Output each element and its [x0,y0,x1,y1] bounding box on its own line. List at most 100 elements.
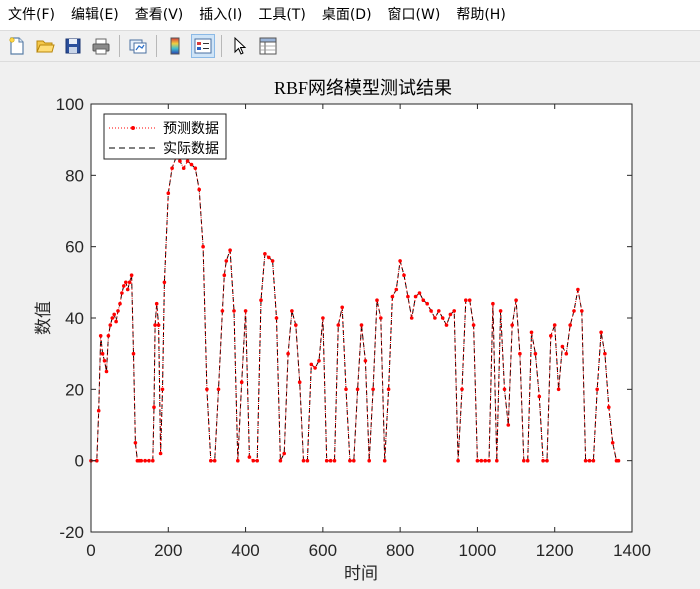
predicted-point [100,351,105,356]
predicted-point [154,301,159,306]
predicted-point [483,458,488,463]
predicted-point [278,458,283,463]
predicted-point [133,441,138,445]
menu-tools[interactable]: 工具(T) [250,0,313,30]
predicted-point [309,362,314,367]
print-icon [92,38,110,55]
predicted-point [197,187,201,192]
menu-desktop[interactable]: 桌面(D) [314,0,380,30]
predicted-point [549,334,553,338]
predicted-point [433,316,437,320]
predicted-point [162,280,167,285]
predicted-point [409,316,414,320]
predicted-point [127,280,132,285]
predicted-point [541,458,545,463]
predicted-point [471,323,476,327]
predicted-point [236,458,240,463]
predicted-point [263,252,267,256]
menu-help[interactable]: 帮助(H) [448,0,513,30]
predicted-point [591,458,596,463]
legend[interactable]: 预测数据 实际数据 [103,113,227,160]
predicted-point [178,159,182,163]
menu-view[interactable]: 查看(V) [127,0,192,30]
predicted-point [332,458,337,463]
predicted-point [583,458,588,463]
predicted-point [464,298,468,302]
predicted-point [425,301,430,306]
legend-icon [194,38,212,54]
predicted-point [216,387,221,392]
menu-file[interactable]: 文件(F) [0,0,63,30]
x-tick-label: 600 [309,541,337,560]
predicted-point [153,323,157,327]
colorbar-button[interactable] [163,34,187,58]
link-plot-button[interactable] [126,34,150,58]
menu-window[interactable]: 窗口(W) [380,0,449,30]
x-tick-label: 1400 [613,541,651,560]
predicted-point [321,316,325,320]
predicted-point [224,259,229,263]
legend-button[interactable] [191,34,215,58]
predicted-point [96,408,101,413]
predicted-point [580,309,584,313]
save-button[interactable] [61,34,85,58]
print-button[interactable] [89,34,113,58]
legend-marker-predicted [131,126,135,130]
predicted-point [595,387,599,392]
predicted-point [406,294,410,299]
predicted-point [297,380,302,385]
predicted-point [545,458,549,463]
predicted-point [267,255,271,260]
predicted-point [603,351,607,356]
predicted-point [491,301,495,306]
chart[interactable]: RBF网络模型测试结果 0 200 400 600 800 1000 1200 1400 -2… [0,62,700,589]
predicted-point [98,334,103,338]
predicted-point [220,309,225,313]
predicted-point [201,244,205,249]
predicted-point [139,458,143,463]
toolbar-separator [156,35,157,57]
predicted-point [348,458,352,463]
y-tick-label: -20 [59,523,84,542]
predicted-point [363,359,368,363]
predicted-point [274,316,279,320]
predicted-point [510,323,514,327]
new-file-button[interactable] [5,34,29,58]
predicted-point [599,330,603,335]
predicted-point [375,298,379,302]
predicted-point [122,284,126,288]
menu-insert[interactable]: 插入(I) [191,0,250,30]
predicted-point [479,458,484,463]
predicted-point [147,458,151,463]
predicted-point [205,387,209,392]
edit-plot-button[interactable] [228,34,252,58]
predicted-point [143,458,147,463]
open-folder-icon [36,40,55,53]
predicted-point [506,423,511,427]
pointer-icon [234,36,247,55]
predicted-point [317,359,321,363]
menu-edit[interactable]: 编辑(E) [63,0,127,30]
predicted-point [185,159,190,163]
predicted-point [156,323,161,327]
predicted-point [102,359,107,363]
predicted-point [209,458,213,463]
predicted-point [382,458,387,463]
predicted-point [328,458,333,463]
predicted-point [413,294,418,299]
property-inspector-button[interactable] [256,34,280,58]
predicted-point [518,351,522,356]
toolbar-separator [119,35,120,57]
predicted-point [616,458,621,463]
predicted-point [193,166,198,170]
x-tick-label: 400 [231,541,259,560]
predicted-point [313,366,317,370]
predicted-point [452,309,457,313]
predicted-point [552,323,557,327]
open-button[interactable] [33,34,57,58]
predicted-point [379,316,383,320]
predicted-point [290,309,294,313]
predicted-point [437,309,441,313]
predicted-point [114,319,118,324]
predicted-point [440,316,445,320]
